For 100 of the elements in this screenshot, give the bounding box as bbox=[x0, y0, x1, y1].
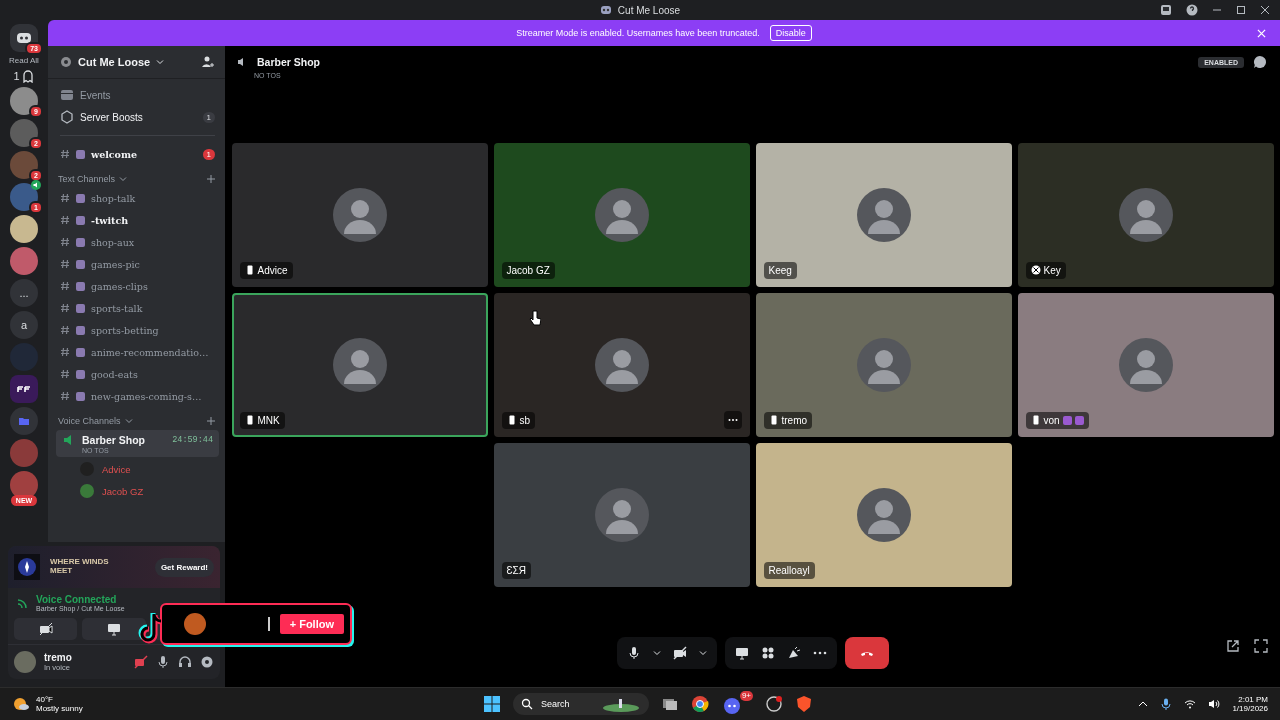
member-name[interactable]: Jacob GZ bbox=[102, 485, 144, 497]
video-tile[interactable]: Keeg bbox=[755, 142, 1012, 287]
hashtag-icon bbox=[60, 369, 70, 379]
channel-item[interactable]: sports-talk bbox=[56, 298, 219, 318]
video-tile[interactable]: von bbox=[1017, 292, 1274, 437]
channel-item[interactable]: shop-aux bbox=[56, 232, 219, 252]
clock-date[interactable]: 1/19/2026 bbox=[1232, 704, 1268, 713]
video-tile[interactable]: MNK bbox=[231, 292, 488, 437]
video-tile[interactable]: ƐΣЯ bbox=[493, 442, 750, 587]
soundboard-icon[interactable] bbox=[786, 646, 801, 660]
category-label[interactable]: Voice Channels bbox=[58, 416, 121, 426]
channel-item[interactable]: games-clips bbox=[56, 276, 219, 296]
temperature: 40°F bbox=[36, 695, 54, 704]
popout-icon[interactable] bbox=[1226, 639, 1240, 653]
disconnect-button[interactable] bbox=[844, 637, 889, 669]
channel-item[interactable]: -twitch bbox=[56, 210, 219, 230]
controller-icon bbox=[723, 697, 741, 715]
fullscreen-icon[interactable] bbox=[1254, 639, 1268, 653]
window-title: Cut Me Loose bbox=[617, 4, 681, 16]
help-icon[interactable] bbox=[1186, 4, 1198, 16]
add-icon[interactable] bbox=[207, 175, 215, 183]
hashtag-icon bbox=[60, 215, 70, 225]
emoji-icon bbox=[76, 259, 85, 269]
channel-item[interactable]: good-eats bbox=[56, 364, 219, 384]
camera-button[interactable] bbox=[14, 618, 78, 640]
screen-share-icon[interactable] bbox=[734, 646, 749, 660]
video-tile[interactable]: sb bbox=[493, 292, 750, 437]
video-tile[interactable]: Advice bbox=[231, 142, 488, 287]
follow-button[interactable]: + Follow bbox=[279, 614, 344, 634]
video-tile[interactable]: Realloayl bbox=[755, 442, 1012, 587]
microphone-icon[interactable] bbox=[156, 655, 170, 669]
browser-icon[interactable] bbox=[691, 695, 709, 713]
channel-item[interactable]: new-games-coming-s… bbox=[56, 386, 219, 406]
avatar-icon bbox=[856, 337, 911, 392]
more-servers-button[interactable]: ... bbox=[10, 279, 38, 307]
caret-icon[interactable] bbox=[698, 649, 707, 657]
server-button[interactable]: a bbox=[10, 311, 38, 339]
search-field[interactable]: Search bbox=[513, 693, 649, 715]
caret-icon bbox=[119, 175, 128, 183]
add-member-icon[interactable] bbox=[201, 55, 215, 69]
video-tile[interactable]: tremo bbox=[755, 292, 1012, 437]
server-icon[interactable] bbox=[10, 375, 38, 403]
avatar-icon bbox=[856, 187, 911, 242]
camera-off-icon[interactable] bbox=[134, 655, 148, 669]
add-icon[interactable] bbox=[207, 417, 215, 425]
channel-item[interactable]: shop-talk bbox=[56, 188, 219, 208]
emoji-icon bbox=[76, 369, 85, 379]
camera-icon[interactable] bbox=[672, 646, 687, 660]
chat-icon[interactable] bbox=[1252, 54, 1268, 70]
category-label[interactable]: Text Channels bbox=[58, 174, 116, 184]
channel-item[interactable]: games-pic bbox=[56, 254, 219, 274]
channel-item[interactable]: anime-recommendatio… bbox=[56, 342, 219, 362]
clock-time[interactable]: 2:01 PM bbox=[1238, 695, 1268, 704]
settings-icon[interactable] bbox=[200, 655, 214, 669]
server-icon[interactable] bbox=[10, 215, 38, 243]
disable-button[interactable]: Disable bbox=[769, 25, 812, 41]
folder-button[interactable] bbox=[10, 407, 38, 435]
avatar-icon[interactable] bbox=[14, 651, 36, 673]
channel-item[interactable]: Server Boosts 1 bbox=[56, 107, 219, 127]
more-button[interactable] bbox=[723, 410, 742, 429]
game-logo-text: WHERE WINDS MEET bbox=[50, 558, 110, 576]
caret-icon[interactable] bbox=[652, 649, 661, 657]
emoji-icon bbox=[76, 215, 85, 225]
activities-icon[interactable] bbox=[760, 646, 775, 660]
wifi-icon[interactable] bbox=[1184, 698, 1197, 710]
headphones-icon[interactable] bbox=[178, 655, 192, 669]
avatar-icon bbox=[594, 337, 649, 392]
member-name[interactable]: Advice bbox=[102, 463, 131, 475]
shield-icon[interactable] bbox=[795, 695, 813, 713]
calendar-icon bbox=[60, 88, 74, 102]
avatar-icon bbox=[1118, 187, 1173, 242]
screen-share-button[interactable] bbox=[82, 618, 146, 640]
emoji-icon bbox=[76, 149, 85, 159]
ghost-icon bbox=[20, 69, 35, 83]
discord-taskbar-button[interactable]: 9+ bbox=[721, 691, 753, 717]
volume-icon[interactable] bbox=[1208, 698, 1221, 710]
avatar-icon bbox=[856, 487, 911, 542]
camera-off-icon bbox=[38, 622, 53, 636]
avatar-icon bbox=[594, 487, 649, 542]
start-icon[interactable] bbox=[483, 695, 501, 713]
read-all-link[interactable]: Read All bbox=[9, 56, 39, 65]
quest-icon bbox=[14, 554, 40, 580]
video-tile[interactable]: Jacob GZ bbox=[493, 142, 750, 287]
hashtag-icon bbox=[60, 347, 70, 357]
channel-item[interactable]: sports-betting bbox=[56, 320, 219, 340]
maximize-icon[interactable] bbox=[1236, 5, 1246, 15]
close-icon[interactable] bbox=[1260, 5, 1270, 15]
get-reward-button[interactable]: Get Reward! bbox=[154, 557, 214, 577]
avatar-icon bbox=[332, 337, 387, 392]
microphone-icon[interactable] bbox=[626, 646, 641, 660]
channel-item[interactable]: welcome 1 bbox=[56, 144, 219, 164]
video-tile[interactable]: Key bbox=[1017, 142, 1274, 287]
channel-item[interactable]: Events bbox=[56, 85, 219, 105]
server-name[interactable]: Cut Me Loose bbox=[78, 56, 151, 68]
count-text: 1 bbox=[13, 70, 20, 82]
inbox-icon[interactable] bbox=[1160, 4, 1172, 16]
app-icon bbox=[599, 4, 612, 16]
app-icon[interactable] bbox=[765, 695, 783, 713]
chevron-up-icon[interactable] bbox=[1138, 699, 1149, 709]
microphone-icon[interactable] bbox=[1160, 698, 1173, 710]
